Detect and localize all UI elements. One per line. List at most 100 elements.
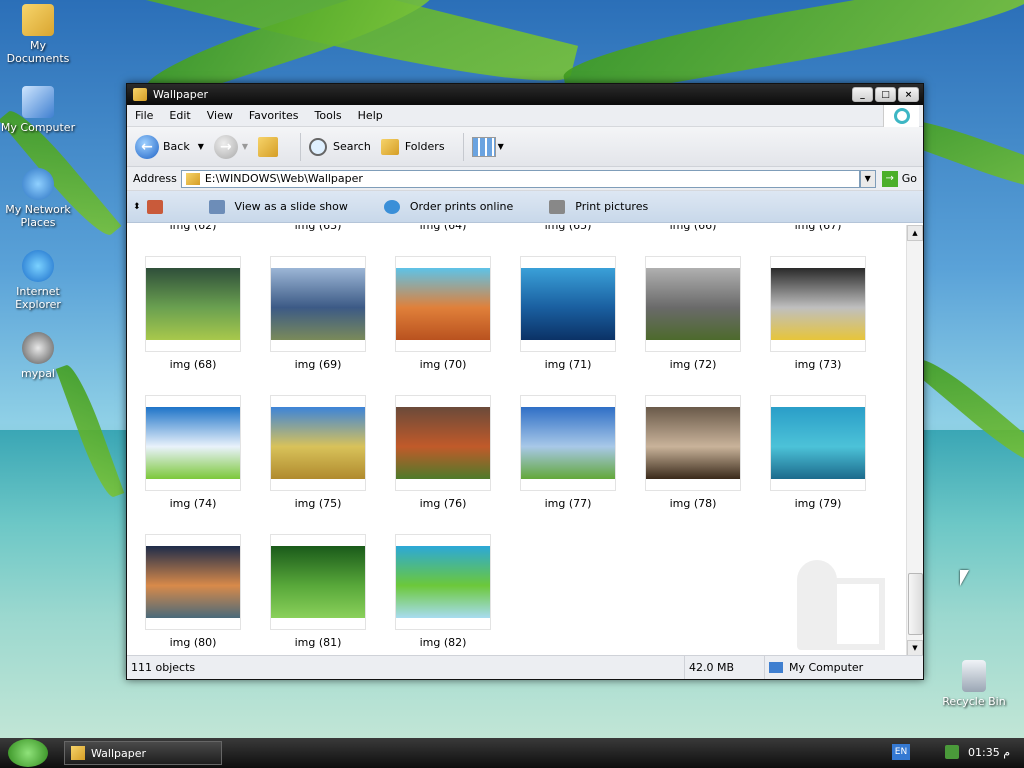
desktop-icon-recycle-bin[interactable]: Recycle Bin [936, 660, 1012, 708]
partial-thumbnail-label: img (67) [794, 225, 842, 232]
folders-button[interactable]: Folders [380, 138, 445, 155]
title-bar[interactable]: Wallpaper _ □ × [127, 84, 923, 105]
folder-icon [185, 172, 200, 185]
thumbnail-image [396, 546, 490, 618]
thumbnail-item[interactable]: img (70) [395, 256, 491, 371]
expand-arrows-icon: ⬍ [133, 201, 141, 212]
back-button[interactable]: ← Back ▼ [135, 134, 204, 159]
window-title: Wallpaper [153, 88, 209, 101]
forward-dropdown-icon[interactable]: ▼ [242, 142, 248, 151]
thumbnail-item[interactable]: img (68) [145, 256, 241, 371]
scroll-up-button[interactable]: ▲ [907, 225, 923, 241]
start-button[interactable] [8, 739, 48, 767]
thumbnail-item[interactable]: img (76) [395, 395, 491, 510]
safely-remove-hardware-icon[interactable] [945, 745, 959, 759]
desktop-icon-mypal[interactable]: mypal [0, 332, 76, 380]
thumbnail-item[interactable]: img (71) [520, 256, 616, 371]
thumbnail-item[interactable]: img (80) [145, 534, 241, 649]
thumbnail-image [396, 268, 490, 340]
thumbnail-item[interactable]: img (75) [270, 395, 366, 510]
desktop-icon-my-computer[interactable]: My Computer [0, 86, 76, 134]
thumbnail-label: img (68) [169, 358, 217, 371]
printer-icon [549, 199, 566, 214]
menu-edit[interactable]: Edit [161, 109, 198, 122]
thumbnail-item[interactable]: img (73) [770, 256, 866, 371]
address-dropdown-button[interactable]: ▼ [859, 169, 876, 188]
scroll-thumb[interactable] [908, 573, 923, 635]
print-pictures-task[interactable]: Print pictures [549, 199, 649, 214]
toolbar-separator [300, 132, 302, 161]
thumbnail-image [146, 546, 240, 618]
thumbnail-image [521, 268, 615, 340]
minimize-button[interactable]: _ [852, 87, 873, 102]
thumbnail-item[interactable]: img (81) [270, 534, 366, 649]
view-slideshow-task[interactable]: View as a slide show [208, 199, 348, 214]
thumbnail-item[interactable]: img (82) [395, 534, 491, 649]
thumbnail-frame [395, 256, 491, 352]
partial-thumbnail-label: img (62) [169, 225, 217, 232]
folders-label: Folders [404, 140, 445, 153]
thumbnail-image [271, 546, 365, 618]
thumbnail-frame [645, 256, 741, 352]
back-dropdown-icon[interactable]: ▼ [198, 142, 204, 151]
menu-view[interactable]: View [199, 109, 241, 122]
thumbnail-frame [270, 534, 366, 630]
order-prints-task[interactable]: Order prints online [383, 199, 513, 214]
thumbnail-view[interactable]: img (62) img (63) img (64) img (65) img (66)… [127, 225, 907, 656]
language-indicator[interactable]: EN [892, 744, 910, 760]
up-folder-button[interactable] [258, 136, 282, 157]
desktop-icon-label: My Documents [6, 39, 70, 65]
desktop-icon-internet-explorer[interactable]: Internet Explorer [0, 250, 76, 311]
maximize-button[interactable]: □ [875, 87, 896, 102]
taskbar: Wallpaper EN 01:35 م [0, 738, 1024, 768]
up-folder-icon [258, 136, 279, 157]
pictures-folder-watermark [789, 540, 885, 650]
thumbnail-item[interactable]: img (69) [270, 256, 366, 371]
thumbnail-label: img (78) [669, 497, 717, 510]
search-button[interactable]: Search [309, 137, 371, 156]
menu-file[interactable]: File [127, 109, 161, 122]
thumbnail-image [646, 407, 740, 479]
partial-thumbnail-label: img (64) [419, 225, 467, 232]
close-button[interactable]: × [898, 87, 919, 102]
thumbnail-label: img (70) [419, 358, 467, 371]
taskbar-item-wallpaper[interactable]: Wallpaper [64, 741, 222, 765]
menu-tools[interactable]: Tools [307, 109, 350, 122]
go-arrow-icon: → [881, 170, 898, 187]
views-button[interactable]: ▼ [471, 136, 504, 157]
views-icon [471, 136, 496, 157]
thumbnail-item[interactable]: img (74) [145, 395, 241, 510]
thumbnail-label: img (81) [294, 636, 342, 649]
network-globe-icon [22, 168, 54, 200]
desktop-icon-label: My Network Places [5, 203, 71, 229]
thumbnail-image [271, 407, 365, 479]
desktop-icon-my-documents[interactable]: My Documents [0, 4, 76, 65]
desktop-icon-my-network-places[interactable]: My Network Places [0, 168, 76, 229]
menu-favorites[interactable]: Favorites [241, 109, 307, 122]
menu-help[interactable]: Help [350, 109, 391, 122]
thumbnail-item[interactable]: img (72) [645, 256, 741, 371]
tasks-toggle[interactable]: ⬍ [133, 199, 173, 214]
thumbnail-item[interactable]: img (79) [770, 395, 866, 510]
taskbar-item-label: Wallpaper [91, 746, 147, 760]
forward-button[interactable]: → ▼ [213, 134, 248, 159]
menu-bar: File Edit View Favorites Tools Help [127, 105, 923, 127]
vertical-scrollbar[interactable]: ▲ ▼ [906, 225, 923, 656]
status-location: My Computer [765, 656, 923, 679]
thumbnail-frame [520, 395, 616, 491]
system-clock[interactable]: 01:35 م [968, 746, 1010, 759]
desktop-icon-label: Recycle Bin [942, 695, 1006, 708]
folder-icon [71, 746, 85, 760]
thumbnail-item[interactable]: img (77) [520, 395, 616, 510]
scroll-down-button[interactable]: ▼ [907, 640, 923, 656]
mypal-raccoon-icon [22, 332, 54, 364]
address-input[interactable]: E:\WINDOWS\Web\Wallpaper [180, 169, 860, 188]
status-object-count: 111 objects [127, 656, 685, 679]
thumbnail-item[interactable]: img (78) [645, 395, 741, 510]
go-button[interactable]: → Go [881, 170, 917, 187]
thumbnail-image [771, 407, 865, 479]
search-icon [309, 137, 328, 156]
back-label: Back [163, 140, 190, 153]
thumbnail-frame [395, 395, 491, 491]
task-label: Print pictures [575, 200, 649, 213]
